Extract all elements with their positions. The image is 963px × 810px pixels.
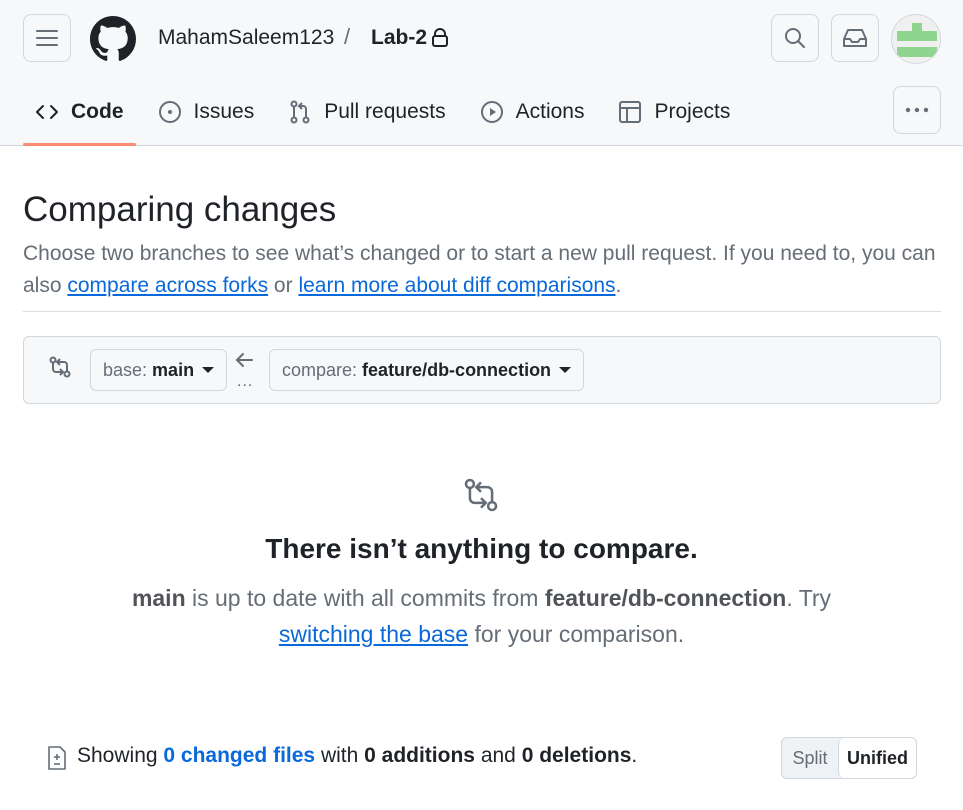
tab-issues[interactable]: Issues bbox=[146, 86, 267, 138]
tab-projects[interactable]: Projects bbox=[606, 86, 742, 138]
blankslate-text-try: . Try bbox=[786, 585, 832, 611]
summary-with: with bbox=[315, 744, 365, 767]
tab-pull-requests[interactable]: Pull requests bbox=[276, 86, 457, 138]
summary-and: and bbox=[474, 744, 522, 767]
unified-view-button[interactable]: Unified bbox=[838, 738, 916, 778]
user-avatar[interactable] bbox=[891, 14, 941, 64]
tab-code-label: Code bbox=[71, 100, 124, 123]
blankslate-title: There isn’t anything to compare. bbox=[265, 533, 698, 564]
kebab-horizontal-icon bbox=[905, 107, 929, 113]
tab-actions[interactable]: Actions bbox=[468, 86, 597, 138]
branch-main: main bbox=[131, 585, 186, 611]
repo-header: MahamSaleem123 / Lab-2 Code Issues Pull … bbox=[0, 0, 963, 146]
diff-view-toggle: Split Unified bbox=[781, 737, 917, 779]
divider bbox=[23, 311, 941, 312]
caret-down-icon bbox=[559, 367, 572, 373]
git-compare-icon bbox=[464, 478, 498, 512]
base-value: main bbox=[152, 359, 195, 380]
blankslate-text: main is up to date with all commits from… bbox=[110, 580, 853, 652]
identicon bbox=[892, 15, 940, 63]
play-icon bbox=[480, 101, 503, 123]
page-title: Comparing changes bbox=[23, 190, 337, 229]
summary-showing: Showing bbox=[77, 744, 164, 767]
blankslate-text-mid: is up to date with all commits from bbox=[185, 585, 545, 611]
compare-value: feature/db-connection bbox=[362, 359, 552, 380]
git-pull-request-icon bbox=[290, 100, 310, 124]
file-diff-icon bbox=[48, 746, 66, 770]
range-editor: base: main ... compare: feature/db-conne… bbox=[23, 336, 941, 404]
arrow-left-icon bbox=[236, 353, 253, 367]
inbox-icon bbox=[843, 29, 867, 47]
description-text-mid: or bbox=[268, 274, 299, 297]
blankslate-text-end: for your comparison. bbox=[468, 621, 685, 647]
description-text-end: . bbox=[615, 274, 622, 297]
search-button[interactable] bbox=[771, 14, 819, 62]
global-menu-button[interactable] bbox=[23, 14, 71, 62]
compare-branch-select[interactable]: compare: feature/db-connection bbox=[269, 349, 585, 391]
tab-issues-label: Issues bbox=[193, 100, 255, 123]
summary-end: . bbox=[631, 744, 638, 767]
hamburger-menu-icon bbox=[36, 30, 58, 46]
repo-owner-link[interactable]: MahamSaleem123 bbox=[158, 26, 334, 50]
base-label: base: bbox=[103, 359, 148, 380]
deletions-count: 0 deletions bbox=[521, 744, 632, 767]
code-icon bbox=[36, 105, 58, 119]
compare-label: compare: bbox=[282, 359, 358, 380]
compare-across-forks-link[interactable]: compare across forks bbox=[67, 274, 268, 297]
inbox-button[interactable] bbox=[831, 14, 879, 62]
table-icon bbox=[619, 101, 642, 123]
range-dots: ... bbox=[237, 373, 254, 390]
lock-icon bbox=[432, 28, 448, 47]
git-compare-icon bbox=[49, 356, 71, 378]
page-description: Choose two branches to see what’s change… bbox=[23, 238, 943, 302]
repo-tabs: Code Issues Pull requests Actions Projec… bbox=[23, 86, 752, 146]
changed-files-link[interactable]: 0 changed files bbox=[163, 744, 315, 767]
github-logo-icon[interactable] bbox=[90, 16, 136, 62]
tab-code[interactable]: Code bbox=[23, 86, 136, 146]
tab-projects-label: Projects bbox=[654, 100, 731, 123]
diff-summary: Showing 0 changed files with 0 additions… bbox=[77, 744, 637, 768]
more-tabs-button[interactable] bbox=[893, 86, 941, 134]
path-separator: / bbox=[344, 24, 351, 49]
tab-actions-label: Actions bbox=[515, 100, 585, 123]
branch-feature: feature/db-connection bbox=[544, 585, 787, 611]
switching-base-link[interactable]: switching the base bbox=[279, 621, 468, 647]
search-icon bbox=[785, 28, 805, 48]
caret-down-icon bbox=[202, 367, 215, 373]
issue-opened-icon bbox=[158, 101, 181, 123]
split-view-button[interactable]: Split bbox=[782, 738, 838, 778]
learn-more-diff-link[interactable]: learn more about diff comparisons bbox=[298, 274, 615, 297]
additions-count: 0 additions bbox=[364, 744, 475, 767]
base-branch-select[interactable]: base: main bbox=[90, 349, 228, 391]
repo-name-link[interactable]: Lab-2 bbox=[371, 26, 427, 50]
tab-pull-requests-label: Pull requests bbox=[324, 100, 446, 123]
